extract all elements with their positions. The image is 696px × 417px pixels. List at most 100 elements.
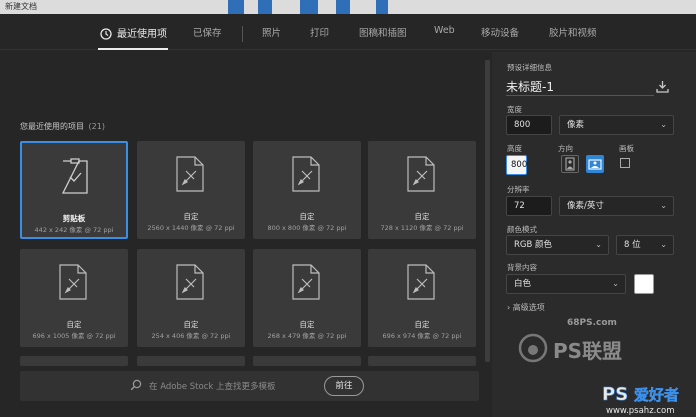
item-size: 728 x 1120 像素 @ 72 ppi xyxy=(380,224,464,232)
recent-item-custom[interactable]: 自定 696 x 1005 像素 @ 72 ppi xyxy=(20,249,128,347)
item-name: 剪贴板 xyxy=(62,214,86,223)
recent-item-custom[interactable]: 自定 2560 x 1440 像素 @ 72 ppi xyxy=(137,141,245,239)
document-icon xyxy=(292,264,320,300)
bit-depth-select[interactable]: 8 位 ⌄ xyxy=(616,235,674,255)
item-size: 254 x 406 像素 @ 72 ppi xyxy=(151,332,231,340)
advanced-options-label: 高级选项 xyxy=(512,303,545,312)
active-tab-indicator xyxy=(98,48,168,50)
stock-search-input[interactable]: 在 Adobe Stock 上查找更多模板 xyxy=(149,380,276,392)
width-label: 宽度 xyxy=(507,105,522,114)
svg-text:PS: PS xyxy=(602,384,628,405)
titlebar-decoration xyxy=(376,0,388,14)
watermark-site: 68PS.com xyxy=(567,318,617,328)
item-name: 自定 xyxy=(414,212,430,221)
landscape-icon xyxy=(588,159,602,170)
item-size: 696 x 1005 像素 @ 72 ppi xyxy=(32,332,116,340)
ps-enthusiast-watermark-logo: PS 爱好者 www.psahz.com xyxy=(602,384,680,416)
recent-item-custom[interactable]: 自定 696 x 974 像素 @ 72 ppi xyxy=(368,249,476,347)
svg-text:爱好者: 爱好者 xyxy=(634,386,679,404)
item-name: 自定 xyxy=(66,320,82,329)
item-size: 800 x 800 像素 @ 72 ppi xyxy=(267,224,347,232)
svg-text:PS联盟: PS联盟 xyxy=(553,339,622,363)
portrait-orientation-button[interactable] xyxy=(561,155,579,173)
recent-item-custom[interactable]: 自定 800 x 800 像素 @ 72 ppi xyxy=(253,141,361,239)
titlebar-decoration xyxy=(228,0,244,14)
background-select[interactable]: 白色 ⌄ xyxy=(506,274,626,294)
item-name: 自定 xyxy=(414,320,430,329)
recent-item-partial[interactable] xyxy=(253,356,361,366)
recent-item-custom[interactable]: 自定 728 x 1120 像素 @ 72 ppi xyxy=(368,141,476,239)
document-icon xyxy=(407,156,435,192)
recent-item-partial[interactable] xyxy=(20,356,128,366)
height-label: 高度 xyxy=(507,144,522,153)
bit-depth-value: 8 位 xyxy=(624,240,641,250)
width-input[interactable]: 800 xyxy=(506,115,552,135)
item-size: 268 x 479 像素 @ 72 ppi xyxy=(267,332,347,340)
color-mode-label: 颜色模式 xyxy=(507,225,537,234)
clock-icon xyxy=(100,25,112,40)
recent-item-clipboard[interactable]: 剪贴板 442 x 242 像素 @ 72 ppi xyxy=(20,141,128,239)
tab-print[interactable]: 打印 xyxy=(310,25,329,39)
document-icon xyxy=(292,156,320,192)
ps-union-watermark-logo: PS联盟 xyxy=(518,333,622,363)
width-value: 800 xyxy=(514,120,531,130)
recent-title: 您最近使用的项目 xyxy=(20,122,84,131)
recent-count: (21) xyxy=(88,122,105,131)
width-unit-value: 像素 xyxy=(567,120,585,130)
tab-mobile[interactable]: 移动设备 xyxy=(481,25,519,39)
recent-heading: 您最近使用的项目 (21) xyxy=(20,121,105,132)
resolution-value: 72 xyxy=(514,201,525,211)
item-size: 442 x 242 像素 @ 72 ppi xyxy=(34,226,114,234)
background-label: 背景内容 xyxy=(507,263,537,272)
background-value: 白色 xyxy=(514,279,532,289)
artboard-checkbox[interactable] xyxy=(620,158,630,168)
window-title: 新建文档 xyxy=(5,2,37,11)
chevron-down-icon: ⌄ xyxy=(595,240,602,249)
resolution-unit-select[interactable]: 像素/英寸 ⌄ xyxy=(559,196,674,216)
resolution-input[interactable]: 72 xyxy=(506,196,552,216)
new-document-dialog: 新建文档 最近使用项 已保存 照片 打印 图稿和插图 Web 移动设备 胶片和视… xyxy=(0,0,696,417)
category-tabs: 最近使用项 已保存 照片 打印 图稿和插图 Web 移动设备 胶片和视频 xyxy=(0,16,696,50)
tab-film-video[interactable]: 胶片和视频 xyxy=(549,25,597,39)
document-name-field[interactable]: 未标题-1 xyxy=(506,78,654,96)
width-unit-select[interactable]: 像素 ⌄ xyxy=(559,115,674,135)
scrollbar-thumb[interactable] xyxy=(485,60,490,362)
resolution-label: 分辨率 xyxy=(507,185,530,194)
document-icon xyxy=(176,156,204,192)
chevron-down-icon: ⌄ xyxy=(660,240,667,249)
advanced-options-toggle[interactable]: › 高级选项 xyxy=(507,302,545,313)
svg-text:www.psahz.com: www.psahz.com xyxy=(606,406,675,416)
artboard-label: 画板 xyxy=(619,144,634,153)
resolution-unit-value: 像素/英寸 xyxy=(567,201,604,211)
tab-photo[interactable]: 照片 xyxy=(262,25,281,39)
item-size: 2560 x 1440 像素 @ 72 ppi xyxy=(147,224,235,232)
item-name: 自定 xyxy=(299,320,315,329)
recent-item-partial[interactable] xyxy=(137,356,245,366)
titlebar-decoration xyxy=(300,0,318,14)
height-value: 800 xyxy=(511,160,528,170)
tab-saved[interactable]: 已保存 xyxy=(193,25,222,39)
tab-art-illustration[interactable]: 图稿和插图 xyxy=(359,25,407,39)
color-mode-value: RGB 颜色 xyxy=(514,240,553,250)
item-name: 自定 xyxy=(183,212,199,221)
chevron-down-icon: ⌄ xyxy=(660,201,667,210)
landscape-orientation-button[interactable] xyxy=(586,155,604,173)
recent-item-custom[interactable]: 自定 254 x 406 像素 @ 72 ppi xyxy=(137,249,245,347)
color-mode-select[interactable]: RGB 颜色 ⌄ xyxy=(506,235,609,255)
item-name: 自定 xyxy=(299,212,315,221)
document-name-text: 未标题-1 xyxy=(506,80,554,94)
save-preset-icon[interactable] xyxy=(656,80,669,93)
chevron-down-icon: ⌄ xyxy=(660,120,667,129)
document-icon xyxy=(59,264,87,300)
go-button[interactable]: 前往 xyxy=(324,376,364,396)
titlebar-decoration xyxy=(336,0,350,14)
height-input[interactable]: 800 xyxy=(506,155,527,175)
tab-web[interactable]: Web xyxy=(434,25,455,36)
titlebar-decoration xyxy=(258,0,272,14)
tab-recent[interactable]: 最近使用项 xyxy=(117,25,167,40)
recent-item-custom[interactable]: 自定 268 x 479 像素 @ 72 ppi xyxy=(253,249,361,347)
recent-item-partial[interactable] xyxy=(368,356,476,366)
background-color-swatch[interactable] xyxy=(634,274,654,294)
item-size: 696 x 974 像素 @ 72 ppi xyxy=(382,332,462,340)
chevron-down-icon: ⌄ xyxy=(612,279,619,288)
